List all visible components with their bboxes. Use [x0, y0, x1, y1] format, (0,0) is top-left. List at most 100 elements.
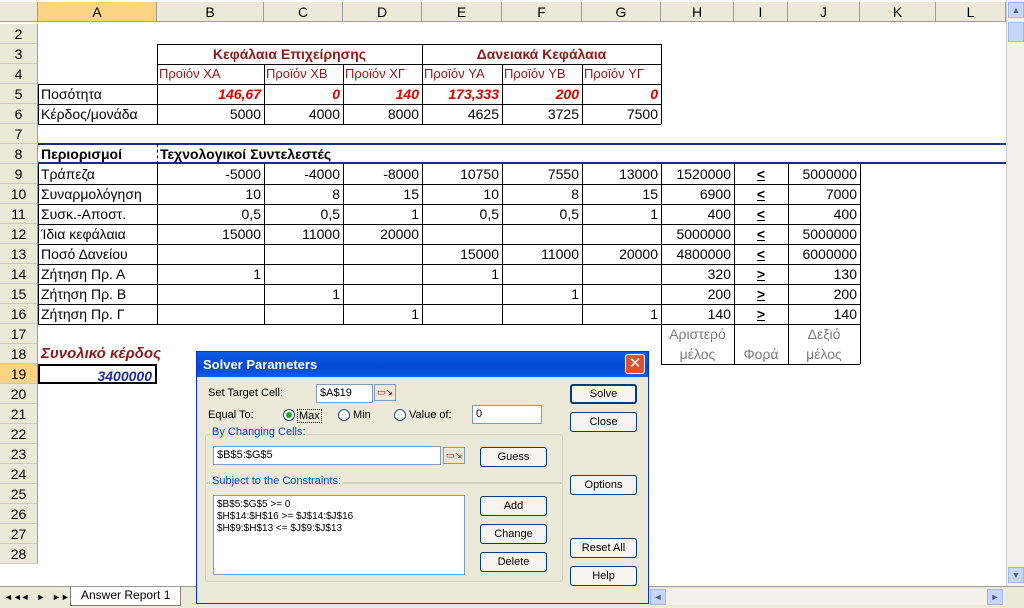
column-header-f[interactable]: F	[502, 2, 582, 22]
change-button[interactable]: Change	[480, 524, 547, 544]
quantity-value[interactable]: 200	[502, 84, 582, 104]
direction-symbol[interactable]: >	[734, 284, 788, 304]
scroll-right-icon[interactable]: ►	[987, 589, 1003, 605]
column-header-k[interactable]: K	[860, 2, 936, 22]
coefficient-value[interactable]: 10750	[422, 164, 502, 184]
profit-unit-value[interactable]: 8000	[343, 104, 422, 124]
last-sheet-icon[interactable]: ►►	[52, 591, 70, 603]
quantity-value[interactable]: 140	[343, 84, 422, 104]
collapse-ref-icon[interactable]: ▭↘	[443, 447, 465, 464]
quantity-value[interactable]: 173,333	[422, 84, 502, 104]
coefficient-value[interactable]: 15	[582, 184, 661, 204]
rhs-value[interactable]: 5000000	[788, 224, 860, 244]
rhs-value[interactable]: 7000	[788, 184, 860, 204]
options-button[interactable]: Options	[570, 475, 637, 495]
direction-symbol[interactable]: <	[734, 244, 788, 264]
row-header-13[interactable]: 13	[0, 244, 38, 264]
coefficient-value[interactable]	[157, 304, 264, 324]
help-button[interactable]: Help	[570, 566, 637, 586]
column-header-l[interactable]: L	[936, 2, 1006, 22]
coefficient-value[interactable]	[502, 304, 582, 324]
rhs-value[interactable]: 130	[788, 264, 860, 284]
next-sheet-icon[interactable]: ►	[36, 591, 46, 603]
header-loan[interactable]: Δανειακά Κεφάλαια	[422, 44, 661, 64]
rhs-label[interactable]: μέλος	[788, 344, 860, 364]
value-of-label[interactable]: Value of:	[409, 409, 452, 421]
column-header-i[interactable]: I	[734, 2, 788, 22]
coefficient-value[interactable]	[264, 244, 343, 264]
coefficient-value[interactable]: 7550	[502, 164, 582, 184]
column-header-j[interactable]: J	[788, 2, 860, 22]
direction-symbol[interactable]: <	[734, 164, 788, 184]
constraint-label[interactable]: Ζήτηση Πρ. Α	[38, 264, 157, 284]
row-header-14[interactable]: 14	[0, 264, 38, 284]
row-header-16[interactable]: 16	[0, 304, 38, 324]
direction-symbol[interactable]: >	[734, 304, 788, 324]
scroll-left-icon[interactable]: ◄	[650, 589, 666, 605]
prev-sheet-icon[interactable]: ◄	[20, 591, 30, 603]
profit-unit-value[interactable]: 4625	[422, 104, 502, 124]
coefficient-value[interactable]: 10	[422, 184, 502, 204]
coefficient-value[interactable]: 320	[661, 264, 734, 284]
coefficient-value[interactable]: 1	[157, 264, 264, 284]
product-label[interactable]: Προϊόν XB	[264, 64, 343, 84]
value-of-input[interactable]: 0	[472, 405, 542, 424]
add-button[interactable]: Add	[480, 496, 547, 516]
reset-all-button[interactable]: Reset All	[570, 538, 637, 558]
coefficient-value[interactable]: 20000	[343, 224, 422, 244]
constraint-label[interactable]: Ζήτηση Πρ. Β	[38, 284, 157, 304]
row-header-21[interactable]: 21	[0, 404, 38, 424]
total-profit-value[interactable]: 3400000	[38, 364, 157, 384]
constraints-list[interactable]: $B$5:$G$5 >= 0 $H$14:$H$16 >= $J$14:$J$1…	[213, 495, 465, 575]
coefficient-value[interactable]: 140	[661, 304, 734, 324]
coefficient-value[interactable]	[422, 304, 502, 324]
constraints-title[interactable]: Περιορισμοί	[38, 144, 157, 164]
select-all-corner[interactable]	[0, 2, 38, 22]
lhs-label[interactable]: Αριστερό	[661, 324, 734, 344]
constraint-label[interactable]: Συσκ.-Αποστ.	[38, 204, 157, 224]
rhs-value[interactable]: 6000000	[788, 244, 860, 264]
row-header-4[interactable]: 4	[0, 64, 38, 84]
coefficient-value[interactable]: 5000000	[661, 224, 734, 244]
delete-button[interactable]: Delete	[480, 552, 547, 572]
row-header-28[interactable]: 28	[0, 544, 38, 564]
coefficient-value[interactable]: 0,5	[422, 204, 502, 224]
coefficient-value[interactable]: 0,5	[502, 204, 582, 224]
coefficient-value[interactable]: -4000	[264, 164, 343, 184]
coefficient-value[interactable]: 1	[582, 204, 661, 224]
coefficient-value[interactable]: 13000	[582, 164, 661, 184]
row-header-22[interactable]: 22	[0, 424, 38, 444]
direction-symbol[interactable]: >	[734, 264, 788, 284]
changing-cells-input[interactable]: $B$5:$G$5	[213, 446, 441, 465]
profit-unit-value[interactable]: 7500	[582, 104, 661, 124]
coefficient-value[interactable]	[264, 304, 343, 324]
quantity-value[interactable]: 0	[582, 84, 661, 104]
direction-symbol[interactable]: <	[734, 184, 788, 204]
guess-button[interactable]: Guess	[480, 447, 547, 467]
scroll-thumb[interactable]	[1008, 22, 1024, 42]
total-profit-label[interactable]: Συνολικό κέρδος	[38, 344, 161, 364]
coefficient-value[interactable]	[343, 264, 422, 284]
constraint-item[interactable]: $H$9:$H$13 <= $J$9:$J$13	[217, 523, 461, 535]
coefficient-value[interactable]: 15000	[157, 224, 264, 244]
profit-unit-value[interactable]: 3725	[502, 104, 582, 124]
row-header-8[interactable]: 8	[0, 144, 38, 164]
coefficient-value[interactable]	[582, 264, 661, 284]
constraint-label[interactable]: Τράπεζα	[38, 164, 157, 184]
coefficient-value[interactable]: -8000	[343, 164, 422, 184]
row-header-5[interactable]: 5	[0, 84, 38, 104]
product-label[interactable]: Προϊόν YB	[502, 64, 582, 84]
coefficient-value[interactable]: 8	[264, 184, 343, 204]
row-header-3[interactable]: 3	[0, 44, 38, 64]
row-header-9[interactable]: 9	[0, 164, 38, 184]
coefficient-value[interactable]: 1	[422, 264, 502, 284]
sheet-tab-answer-report[interactable]: Answer Report 1	[70, 587, 182, 606]
product-label[interactable]: Προϊόν XΓ	[343, 64, 422, 84]
coefficient-value[interactable]	[582, 224, 661, 244]
quantity-value[interactable]: 0	[264, 84, 343, 104]
min-radio[interactable]	[338, 409, 350, 421]
column-header-b[interactable]: B	[157, 2, 264, 22]
close-icon[interactable]: ✕	[625, 354, 645, 374]
column-header-h[interactable]: H	[661, 2, 734, 22]
row-header-12[interactable]: 12	[0, 224, 38, 244]
